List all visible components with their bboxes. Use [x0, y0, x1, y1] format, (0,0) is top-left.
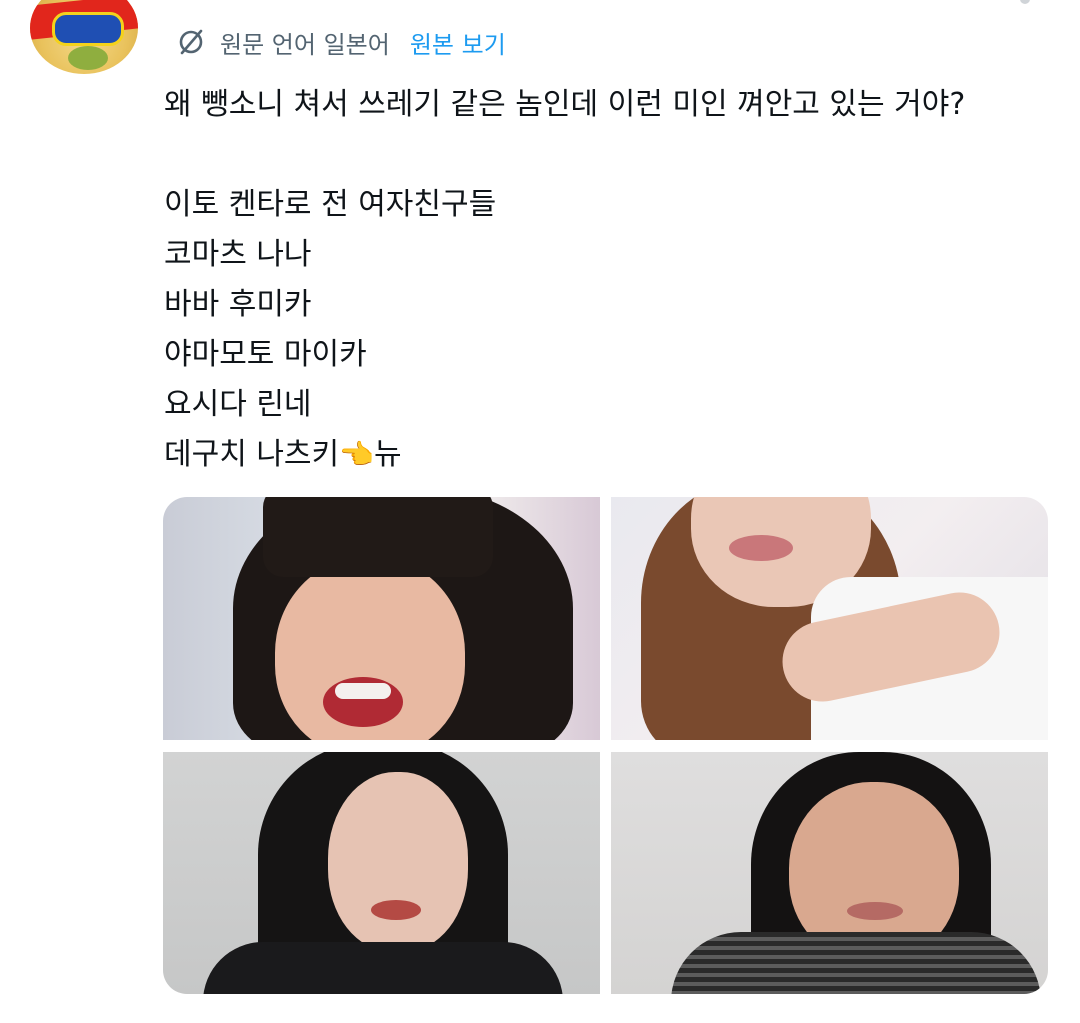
photo-4[interactable]: [611, 752, 1048, 994]
photo-1[interactable]: [163, 497, 600, 740]
translate-icon: [179, 29, 203, 55]
photo-2[interactable]: [611, 497, 1048, 740]
translation-bar: 원문 언어 일본어 원본 보기: [176, 24, 506, 60]
tweet-line: 바바 후미카: [164, 287, 312, 322]
tweet-line: 야마모토 마이카: [164, 337, 367, 372]
tweet-line: 왜 뺑소니 쳐서 쓰레기 같은 놈인데 이런 미인 껴안고 있는 거야?: [164, 87, 966, 122]
avatar-label-decoration: [52, 12, 124, 46]
show-original-link[interactable]: 원본 보기: [410, 25, 506, 60]
striped-top-shape: [671, 932, 1041, 994]
lips-shape: [729, 535, 793, 561]
teeth-shape: [335, 683, 391, 699]
avatar-chip-decoration: [68, 46, 108, 70]
more-options-icon[interactable]: [1020, 0, 1030, 4]
tweet-line: 코마츠 나나: [164, 237, 312, 272]
tweet-line-suffix: 뉴: [374, 437, 402, 472]
media-grid: [163, 497, 1048, 994]
tweet-line-prefix: 데구치 나츠키: [164, 437, 340, 472]
jacket-shape: [203, 942, 563, 994]
photo-3[interactable]: [163, 752, 600, 994]
bangs-shape: [263, 497, 493, 577]
pointing-left-emoji-icon: 👈: [339, 438, 375, 471]
lips-shape: [847, 902, 903, 920]
face-shape: [328, 772, 468, 952]
tweet-line: 이토 켄타로 전 여자친구들: [164, 187, 497, 222]
lips-shape: [371, 900, 421, 920]
tweet-line-last: 데구치 나츠키👈뉴: [164, 430, 1044, 480]
tweet-line-blank: [164, 130, 1044, 180]
language-note: 원문 언어 일본어: [220, 30, 390, 59]
tweet-line: 요시다 린네: [164, 387, 312, 422]
tweet-text: 왜 뺑소니 쳐서 쓰레기 같은 놈인데 이런 미인 껴안고 있는 거야? 이토 …: [164, 80, 1044, 480]
avatar[interactable]: [30, 0, 138, 74]
